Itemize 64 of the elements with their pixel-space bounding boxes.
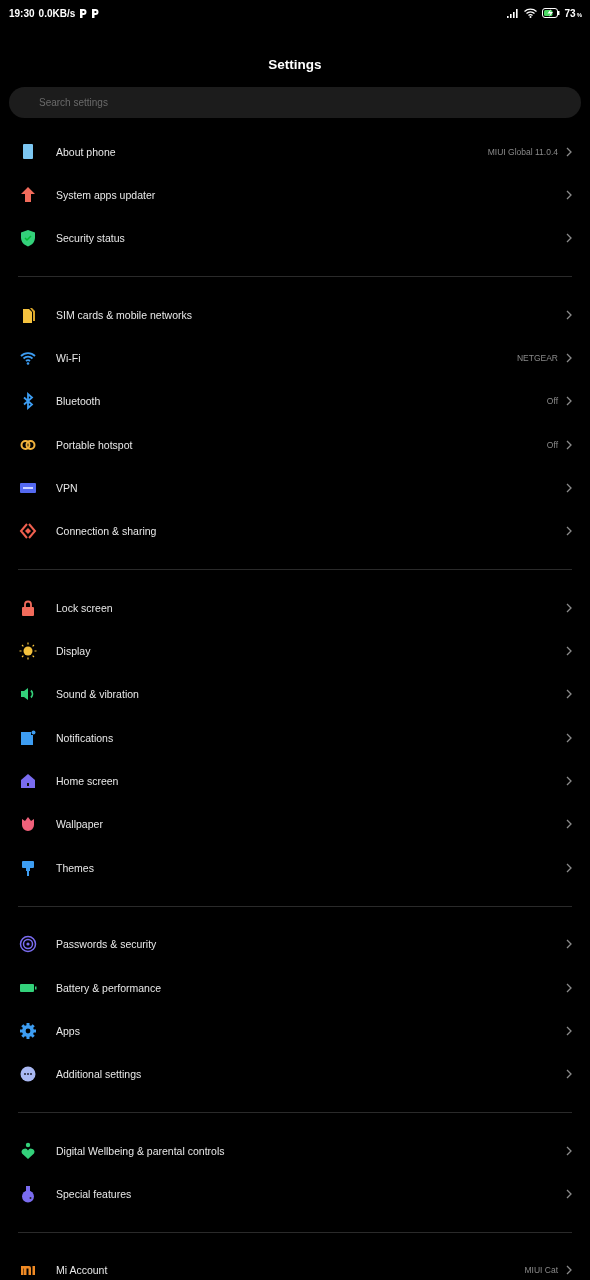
setting-value: Off [546, 439, 558, 450]
settings-item[interactable]: Digital Wellbeing & parental controls [0, 1128, 590, 1173]
clock: 19:30 [9, 7, 35, 19]
battery-percent: 73 [564, 7, 576, 19]
settings-item[interactable]: Wallpaper [0, 802, 590, 847]
chevron-icon [566, 526, 572, 537]
chevron-icon [566, 396, 572, 407]
chevron-icon [566, 146, 572, 157]
chevron-icon [566, 819, 572, 830]
chevron-icon [566, 1069, 572, 1080]
setting-value: Off [546, 396, 558, 407]
settings-item[interactable]: Wi-Fi NETGEAR [0, 336, 590, 380]
chevron-icon [566, 190, 572, 200]
chevron-icon [566, 309, 572, 320]
chevron-icon [566, 353, 572, 364]
settings-item[interactable]: Notifications [0, 716, 590, 760]
settings-item[interactable]: Apps [0, 1009, 590, 1053]
settings-item[interactable]: Bluetooth Off [0, 379, 590, 424]
chevron-icon [566, 483, 572, 494]
notification-icon [79, 8, 88, 18]
settings-item[interactable]: Display [0, 629, 590, 673]
settings-item[interactable]: System apps updater [0, 173, 590, 217]
settings-item[interactable]: Security status [0, 216, 590, 261]
setting-value: MIUI Cat [524, 1265, 558, 1276]
chevron-icon [566, 439, 572, 450]
chevron-icon [566, 602, 572, 613]
chevron-icon [566, 1188, 572, 1199]
notification-icon [91, 8, 100, 18]
chevron-icon [566, 1145, 572, 1156]
sun-icon [18, 641, 38, 662]
fingerprint-icon [18, 934, 38, 955]
settings-item[interactable]: Passwords & security [0, 922, 590, 966]
settings-item[interactable]: Portable hotspot Off [0, 423, 590, 467]
settings-item[interactable]: Mi Account MIUI Cat [0, 1248, 590, 1280]
signal-icon [506, 8, 519, 18]
chevron-icon [566, 1265, 572, 1276]
chevron-icon [566, 939, 572, 950]
chevron-icon [566, 862, 572, 873]
chevron-icon [566, 233, 572, 244]
shield-icon [18, 228, 38, 249]
chevron-icon [566, 982, 572, 993]
chevron-icon [566, 776, 572, 787]
setting-value: NETGEAR [516, 353, 558, 364]
gear-icon [18, 1020, 38, 1041]
settings-item[interactable]: Special features [0, 1172, 590, 1216]
settings-item[interactable]: SIM cards & mobile networks [0, 293, 590, 337]
search-field[interactable]: Search settings [9, 87, 581, 118]
chevron-icon [566, 689, 572, 700]
network-speed: 0.0KB/s [38, 7, 76, 19]
settings-item[interactable]: Additional settings [0, 1052, 590, 1096]
wifi-icon [523, 8, 537, 18]
chevron-icon [566, 646, 572, 657]
settings-item[interactable]: Battery & performance [0, 965, 590, 1010]
settings-item[interactable]: About phone MIUI Global 11.0.4 [0, 130, 590, 174]
settings-item[interactable]: Themes [0, 846, 590, 890]
settings-item[interactable]: Connection & sharing [0, 509, 590, 554]
chevron-icon [566, 1025, 572, 1036]
settings-item[interactable]: Lock screen [0, 586, 590, 630]
setting-value: MIUI Global 11.0.4 [487, 146, 558, 157]
settings-item[interactable]: Sound & vibration [0, 672, 590, 717]
page-title: Settings [267, 57, 323, 73]
settings-item[interactable]: Home screen [0, 759, 590, 803]
settings-item[interactable]: VPN [0, 466, 590, 510]
chevron-icon [566, 732, 572, 743]
